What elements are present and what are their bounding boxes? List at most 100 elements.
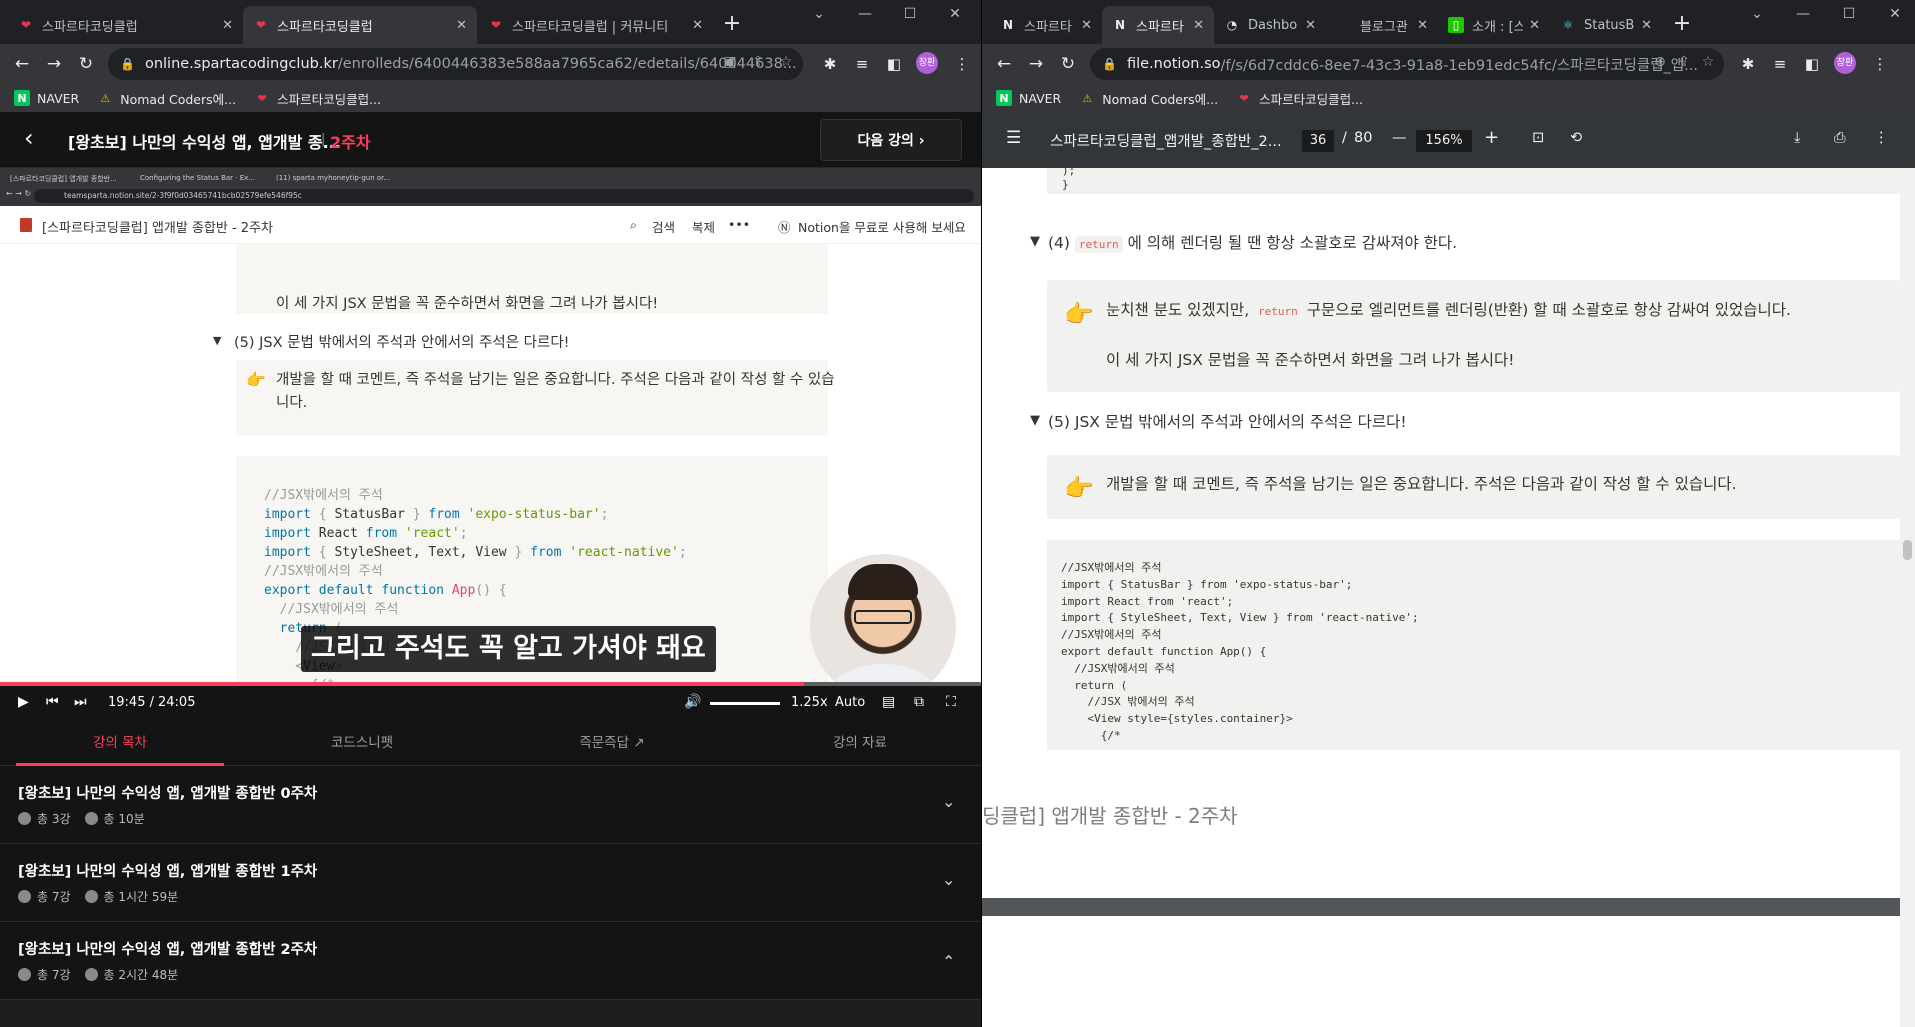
chapter-duration: 총 1시간 59분 [103, 890, 179, 904]
close-tab-icon[interactable]: ✕ [692, 18, 703, 33]
left-address-bar[interactable]: 🔒 online.spartacodingclub.kr /enrolleds/… [108, 48, 803, 80]
maximize-icon[interactable]: ☐ [1834, 6, 1864, 22]
left-tab-2-active[interactable]: ❤ 스파르타코딩클럽 ✕ [243, 6, 477, 44]
chapter-row[interactable]: [왕초보] 나만의 수익성 앱, 앱개발 종합반 1주차 총 7강 총 1시간 … [0, 844, 981, 922]
share-icon[interactable]: ⇪ [748, 54, 768, 70]
right-tab-3[interactable]: ◔ Dashbo ✕ [1214, 6, 1326, 44]
bookmark-label: Nomad Coders에... [120, 91, 237, 107]
right-address-bar[interactable]: 🔒 file.notion.so /f/s/6d7cddc6-8ee7-43c3… [1090, 48, 1724, 80]
captions-icon[interactable]: ▤ [882, 694, 895, 710]
bookmark-naver[interactable]: N NAVER [996, 90, 1061, 106]
play-icon[interactable]: ▶ [18, 694, 29, 710]
close-tab-icon[interactable]: ✕ [1529, 18, 1540, 33]
zoom-icon[interactable]: ⊕ [1650, 54, 1670, 70]
bookmark-nomad[interactable]: ⚠ Nomad Coders에... [97, 89, 236, 108]
quality-setting[interactable]: Auto [835, 695, 865, 710]
back-arrow-icon[interactable]: ← [988, 48, 1020, 80]
chapter-row[interactable]: [왕초보] 나만의 수익성 앱, 앱개발 종합반 2주차 총 7강 총 2시간 … [0, 922, 981, 1000]
close-window-icon[interactable]: ✕ [940, 6, 970, 22]
left-tab-3[interactable]: ❤ 스파르타코딩클럽 | 커뮤니티 ✕ [478, 6, 713, 44]
new-tab-icon[interactable]: + [1668, 10, 1696, 38]
tab-materials[interactable]: 강의 자료 [756, 720, 964, 766]
maximize-icon[interactable]: ☐ [895, 6, 925, 22]
close-window-icon[interactable]: ✕ [1880, 6, 1910, 22]
tab-qna[interactable]: 즉문즉답 ↗ [508, 720, 716, 766]
zoom-out-icon[interactable]: — [1392, 130, 1407, 146]
tab-toc[interactable]: 강의 목차 [16, 720, 224, 766]
close-tab-icon[interactable]: ✕ [456, 18, 467, 33]
extensions-icon[interactable]: ✱ [816, 48, 844, 80]
media-queue-icon[interactable]: ≡ [848, 48, 876, 80]
react-favicon-icon: ⚛ [1562, 18, 1574, 32]
print-icon[interactable]: ⎙ [1834, 130, 1846, 146]
zoom-in-icon[interactable]: + [1484, 127, 1499, 148]
tab-code-snippets[interactable]: 코드스니펫 [258, 720, 466, 766]
playback-speed[interactable]: 1.25x [791, 695, 828, 710]
zoom-level-input[interactable]: 156% [1416, 130, 1472, 152]
more-options-icon[interactable]: ⋮ [1874, 130, 1889, 146]
volume-slider[interactable] [710, 702, 780, 705]
tab-search-icon[interactable]: ⌄ [804, 6, 834, 22]
back-chevron-icon[interactable]: ‹ [24, 124, 34, 152]
menu-kebab-icon[interactable]: ⋮ [1866, 48, 1894, 80]
right-tab-4[interactable]: 블로그관 ✕ [1326, 6, 1438, 44]
right-tab-2-active[interactable]: N 스파르타 ✕ [1102, 6, 1214, 44]
fit-page-icon[interactable]: ⊡ [1532, 130, 1544, 146]
tab-search-icon[interactable]: ⌄ [1742, 6, 1772, 22]
close-tab-icon[interactable]: ✕ [1417, 18, 1428, 33]
reload-icon[interactable]: ↻ [70, 48, 102, 80]
next-icon[interactable]: ⏭ [74, 694, 87, 710]
minimize-icon[interactable]: — [1788, 6, 1818, 22]
side-panel-icon[interactable]: ◧ [880, 48, 908, 80]
previous-icon[interactable]: ⏮ [46, 694, 59, 710]
close-tab-icon[interactable]: ✕ [1641, 18, 1652, 33]
star-icon[interactable]: ☆ [776, 54, 796, 70]
volume-icon[interactable]: 🔊 [684, 694, 701, 710]
side-panel-icon[interactable]: ◧ [1798, 48, 1826, 80]
new-tab-icon[interactable]: + [718, 10, 746, 38]
right-tab-5[interactable]: ▯ 소개 : [스 ✕ [1438, 6, 1550, 44]
left-tab-1[interactable]: ❤ 스파르타코딩클럽 ✕ [8, 6, 243, 44]
chevron-down-icon[interactable]: ⌄ [942, 792, 955, 811]
close-tab-icon[interactable]: ✕ [1193, 18, 1204, 33]
next-lecture-button[interactable]: 다음 강의 › [820, 119, 962, 161]
back-arrow-icon[interactable]: ← [6, 48, 38, 80]
close-tab-icon[interactable]: ✕ [1305, 18, 1316, 33]
extensions-icon[interactable]: ✱ [1734, 48, 1762, 80]
chevron-down-icon[interactable]: ⌄ [942, 870, 955, 889]
page-number-input[interactable]: 36 [1302, 130, 1334, 152]
profile-avatar[interactable]: 창환 [1834, 52, 1856, 74]
cast-icon[interactable]: ▣ [720, 54, 740, 70]
forward-arrow-icon[interactable]: → [38, 48, 70, 80]
bookmark-naver[interactable]: N NAVER [14, 90, 79, 106]
bookmark-nomad[interactable]: ⚠ Nomad Coders에... [1079, 89, 1218, 108]
hamburger-menu-icon[interactable]: ☰ [1006, 128, 1021, 148]
menu-kebab-icon[interactable]: ⋮ [948, 48, 976, 80]
profile-avatar[interactable]: 창환 [916, 52, 938, 74]
right-tab-1[interactable]: N 스파르타 ✕ [990, 6, 1102, 44]
week-label: 2주차 [330, 133, 371, 152]
scroll-thumb[interactable] [1903, 540, 1912, 560]
chapter-row[interactable]: [왕초보] 나만의 수익성 앱, 앱개발 종합반 0주차 총 3강 총 10분 … [0, 766, 981, 844]
pdf-scrollbar[interactable] [1900, 168, 1915, 1027]
right-tab-6[interactable]: ⚛ StatusBa ✕ [1550, 6, 1662, 44]
reload-icon[interactable]: ↻ [1052, 48, 1084, 80]
pdf-viewer[interactable]: ); } ▼ (4) return 에 의해 렌더링 될 땐 항상 소괄호로 감… [982, 168, 1915, 1027]
lesson-count: 총 3강 [37, 812, 71, 826]
tab-title: 스파르타 [1136, 19, 1184, 35]
rotate-icon[interactable]: ⟲ [1570, 130, 1582, 146]
forward-arrow-icon[interactable]: → [1020, 48, 1052, 80]
video-player[interactable]: [스파르타코딩클럽] 앱개발 종합반... Configuring the St… [0, 168, 981, 684]
bookmark-sparta[interactable]: ❤ 스파르타코딩클럽... [1236, 89, 1363, 108]
bookmark-sparta[interactable]: ❤ 스파르타코딩클럽... [254, 89, 381, 108]
chevron-up-icon[interactable]: ⌃ [942, 952, 955, 971]
close-tab-icon[interactable]: ✕ [1081, 18, 1092, 33]
fullscreen-icon[interactable]: ⛶ [946, 694, 956, 710]
minimize-icon[interactable]: — [850, 6, 880, 22]
share-icon[interactable]: ⇪ [1674, 54, 1694, 70]
close-tab-icon[interactable]: ✕ [222, 18, 233, 33]
media-queue-icon[interactable]: ≡ [1766, 48, 1794, 80]
picture-in-picture-icon[interactable]: ⧉ [914, 694, 924, 710]
download-icon[interactable]: ⤓ [1794, 130, 1800, 146]
star-icon[interactable]: ☆ [1698, 54, 1718, 70]
